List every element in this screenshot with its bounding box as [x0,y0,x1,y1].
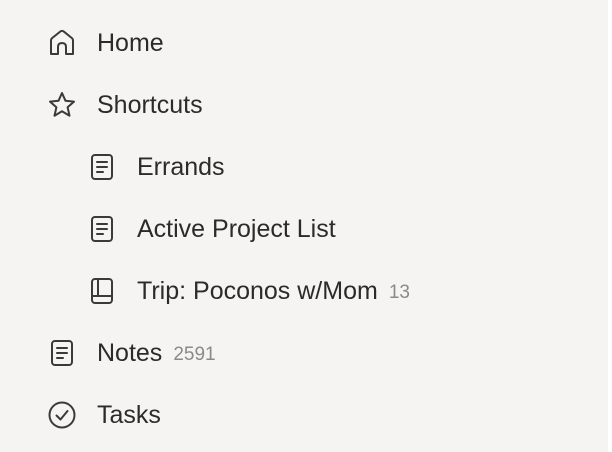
notebook-note-count: 13 [388,282,410,303]
sidebar-divider [608,0,612,452]
sidebar-item-label: Tasks [97,400,161,429]
sidebar-item-home[interactable]: Home [0,17,164,69]
shortcut-item-trip-poconos[interactable]: Trip: Poconos w/Mom 13 [0,265,410,317]
sidebar-item-label: Active Project List [137,214,336,243]
sidebar-item-label: Shortcuts [97,90,203,119]
notebook-icon [87,276,117,306]
sidebar: Home Shortcuts Errands Active Project Li… [0,0,608,452]
star-icon [47,90,77,120]
sidebar-item-shortcuts[interactable]: Shortcuts [0,79,203,131]
sidebar-item-label: Trip: Poconos w/Mom [137,276,378,305]
note-icon [87,152,117,182]
sidebar-item-tasks[interactable]: Tasks [0,389,161,441]
shortcut-item-errands[interactable]: Errands [0,141,225,193]
sidebar-item-notes[interactable]: Notes 2591 [0,327,216,379]
sidebar-item-label: Home [97,28,164,57]
shortcut-item-active-project-list[interactable]: Active Project List [0,203,336,255]
notes-count: 2591 [173,344,216,365]
note-icon [87,214,117,244]
check-circle-icon [47,400,77,430]
sidebar-item-label: Errands [137,152,225,181]
home-icon [47,28,77,58]
note-icon [47,338,77,368]
sidebar-item-label: Notes [97,338,163,367]
